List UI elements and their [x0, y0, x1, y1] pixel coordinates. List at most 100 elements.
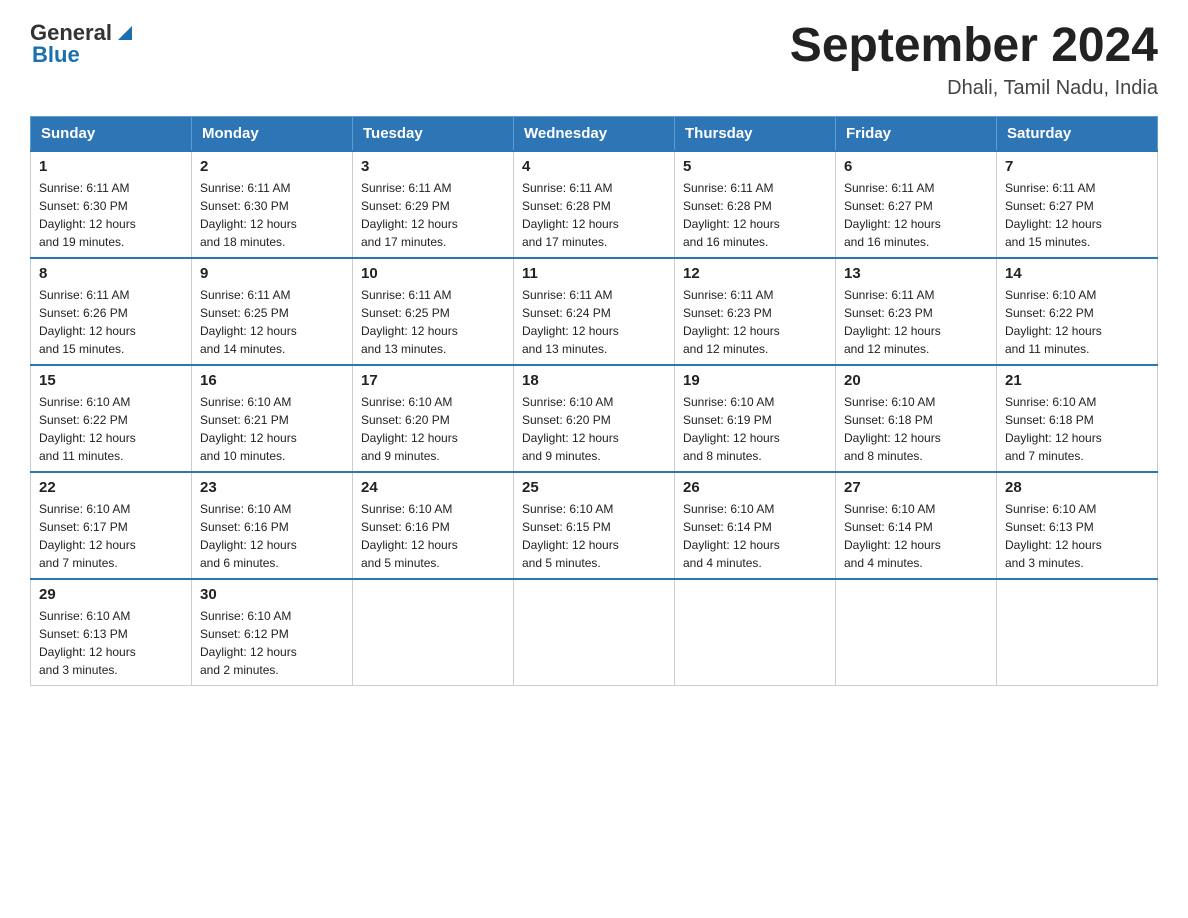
day-info: Sunrise: 6:10 AM Sunset: 6:14 PM Dayligh…: [844, 500, 988, 572]
calendar-week-row: 1 Sunrise: 6:11 AM Sunset: 6:30 PM Dayli…: [31, 151, 1158, 258]
day-number: 9: [200, 265, 344, 282]
day-info: Sunrise: 6:11 AM Sunset: 6:28 PM Dayligh…: [683, 179, 827, 251]
day-info: Sunrise: 6:10 AM Sunset: 6:18 PM Dayligh…: [1005, 393, 1149, 465]
calendar-cell: 20 Sunrise: 6:10 AM Sunset: 6:18 PM Dayl…: [836, 365, 997, 472]
calendar-cell: 7 Sunrise: 6:11 AM Sunset: 6:27 PM Dayli…: [997, 151, 1158, 258]
day-info: Sunrise: 6:11 AM Sunset: 6:30 PM Dayligh…: [39, 179, 183, 251]
calendar-cell: 23 Sunrise: 6:10 AM Sunset: 6:16 PM Dayl…: [192, 472, 353, 579]
calendar-cell: 12 Sunrise: 6:11 AM Sunset: 6:23 PM Dayl…: [675, 258, 836, 365]
day-number: 18: [522, 372, 666, 389]
calendar-header-friday: Friday: [836, 116, 997, 151]
day-info: Sunrise: 6:11 AM Sunset: 6:28 PM Dayligh…: [522, 179, 666, 251]
day-info: Sunrise: 6:10 AM Sunset: 6:16 PM Dayligh…: [200, 500, 344, 572]
calendar-cell: 19 Sunrise: 6:10 AM Sunset: 6:19 PM Dayl…: [675, 365, 836, 472]
day-info: Sunrise: 6:10 AM Sunset: 6:13 PM Dayligh…: [39, 607, 183, 679]
day-number: 27: [844, 479, 988, 496]
day-info: Sunrise: 6:10 AM Sunset: 6:20 PM Dayligh…: [522, 393, 666, 465]
calendar-header-tuesday: Tuesday: [353, 116, 514, 151]
calendar-cell: [836, 579, 997, 686]
day-number: 29: [39, 586, 183, 603]
day-info: Sunrise: 6:11 AM Sunset: 6:30 PM Dayligh…: [200, 179, 344, 251]
day-info: Sunrise: 6:11 AM Sunset: 6:24 PM Dayligh…: [522, 286, 666, 358]
calendar-cell: 11 Sunrise: 6:11 AM Sunset: 6:24 PM Dayl…: [514, 258, 675, 365]
calendar-header-sunday: Sunday: [31, 116, 192, 151]
calendar-header-saturday: Saturday: [997, 116, 1158, 151]
calendar-cell: 2 Sunrise: 6:11 AM Sunset: 6:30 PM Dayli…: [192, 151, 353, 258]
day-info: Sunrise: 6:10 AM Sunset: 6:18 PM Dayligh…: [844, 393, 988, 465]
calendar-cell: 1 Sunrise: 6:11 AM Sunset: 6:30 PM Dayli…: [31, 151, 192, 258]
day-info: Sunrise: 6:10 AM Sunset: 6:12 PM Dayligh…: [200, 607, 344, 679]
calendar-cell: 15 Sunrise: 6:10 AM Sunset: 6:22 PM Dayl…: [31, 365, 192, 472]
day-number: 11: [522, 265, 666, 282]
day-info: Sunrise: 6:10 AM Sunset: 6:22 PM Dayligh…: [1005, 286, 1149, 358]
calendar-cell: 22 Sunrise: 6:10 AM Sunset: 6:17 PM Dayl…: [31, 472, 192, 579]
page-subtitle: Dhali, Tamil Nadu, India: [790, 77, 1158, 100]
day-number: 14: [1005, 265, 1149, 282]
day-info: Sunrise: 6:10 AM Sunset: 6:22 PM Dayligh…: [39, 393, 183, 465]
calendar-cell: 26 Sunrise: 6:10 AM Sunset: 6:14 PM Dayl…: [675, 472, 836, 579]
calendar-cell: 17 Sunrise: 6:10 AM Sunset: 6:20 PM Dayl…: [353, 365, 514, 472]
day-number: 24: [361, 479, 505, 496]
day-number: 10: [361, 265, 505, 282]
calendar-cell: [675, 579, 836, 686]
day-number: 26: [683, 479, 827, 496]
logo-icon: General Blue: [30, 20, 136, 68]
page-title: September 2024: [790, 20, 1158, 73]
calendar-cell: 28 Sunrise: 6:10 AM Sunset: 6:13 PM Dayl…: [997, 472, 1158, 579]
page-header: General Blue September 2024 Dhali, Tamil…: [30, 20, 1158, 100]
day-number: 8: [39, 265, 183, 282]
day-number: 21: [1005, 372, 1149, 389]
logo: General Blue: [30, 20, 136, 68]
day-info: Sunrise: 6:11 AM Sunset: 6:25 PM Dayligh…: [361, 286, 505, 358]
day-info: Sunrise: 6:10 AM Sunset: 6:19 PM Dayligh…: [683, 393, 827, 465]
calendar-cell: [353, 579, 514, 686]
day-info: Sunrise: 6:11 AM Sunset: 6:26 PM Dayligh…: [39, 286, 183, 358]
calendar-cell: 16 Sunrise: 6:10 AM Sunset: 6:21 PM Dayl…: [192, 365, 353, 472]
calendar-cell: 3 Sunrise: 6:11 AM Sunset: 6:29 PM Dayli…: [353, 151, 514, 258]
calendar-table: SundayMondayTuesdayWednesdayThursdayFrid…: [30, 116, 1158, 686]
day-number: 3: [361, 158, 505, 175]
calendar-week-row: 8 Sunrise: 6:11 AM Sunset: 6:26 PM Dayli…: [31, 258, 1158, 365]
day-info: Sunrise: 6:11 AM Sunset: 6:29 PM Dayligh…: [361, 179, 505, 251]
day-info: Sunrise: 6:10 AM Sunset: 6:13 PM Dayligh…: [1005, 500, 1149, 572]
day-number: 19: [683, 372, 827, 389]
calendar-header-thursday: Thursday: [675, 116, 836, 151]
day-info: Sunrise: 6:10 AM Sunset: 6:16 PM Dayligh…: [361, 500, 505, 572]
day-number: 12: [683, 265, 827, 282]
day-number: 1: [39, 158, 183, 175]
day-info: Sunrise: 6:11 AM Sunset: 6:27 PM Dayligh…: [844, 179, 988, 251]
calendar-cell: 29 Sunrise: 6:10 AM Sunset: 6:13 PM Dayl…: [31, 579, 192, 686]
day-number: 17: [361, 372, 505, 389]
calendar-cell: 14 Sunrise: 6:10 AM Sunset: 6:22 PM Dayl…: [997, 258, 1158, 365]
calendar-cell: 30 Sunrise: 6:10 AM Sunset: 6:12 PM Dayl…: [192, 579, 353, 686]
calendar-cell: [997, 579, 1158, 686]
calendar-cell: 21 Sunrise: 6:10 AM Sunset: 6:18 PM Dayl…: [997, 365, 1158, 472]
day-number: 25: [522, 479, 666, 496]
calendar-cell: 24 Sunrise: 6:10 AM Sunset: 6:16 PM Dayl…: [353, 472, 514, 579]
calendar-header-wednesday: Wednesday: [514, 116, 675, 151]
calendar-cell: 18 Sunrise: 6:10 AM Sunset: 6:20 PM Dayl…: [514, 365, 675, 472]
day-number: 6: [844, 158, 988, 175]
day-info: Sunrise: 6:11 AM Sunset: 6:27 PM Dayligh…: [1005, 179, 1149, 251]
day-info: Sunrise: 6:10 AM Sunset: 6:14 PM Dayligh…: [683, 500, 827, 572]
calendar-cell: 6 Sunrise: 6:11 AM Sunset: 6:27 PM Dayli…: [836, 151, 997, 258]
calendar-header-row: SundayMondayTuesdayWednesdayThursdayFrid…: [31, 116, 1158, 151]
logo-triangle-icon: [114, 22, 136, 44]
calendar-cell: 25 Sunrise: 6:10 AM Sunset: 6:15 PM Dayl…: [514, 472, 675, 579]
day-number: 4: [522, 158, 666, 175]
day-number: 15: [39, 372, 183, 389]
day-number: 7: [1005, 158, 1149, 175]
day-number: 20: [844, 372, 988, 389]
calendar-cell: [514, 579, 675, 686]
calendar-week-row: 15 Sunrise: 6:10 AM Sunset: 6:22 PM Dayl…: [31, 365, 1158, 472]
title-block: September 2024 Dhali, Tamil Nadu, India: [790, 20, 1158, 100]
calendar-cell: 4 Sunrise: 6:11 AM Sunset: 6:28 PM Dayli…: [514, 151, 675, 258]
calendar-week-row: 22 Sunrise: 6:10 AM Sunset: 6:17 PM Dayl…: [31, 472, 1158, 579]
calendar-cell: 8 Sunrise: 6:11 AM Sunset: 6:26 PM Dayli…: [31, 258, 192, 365]
day-number: 5: [683, 158, 827, 175]
day-info: Sunrise: 6:10 AM Sunset: 6:15 PM Dayligh…: [522, 500, 666, 572]
calendar-cell: 10 Sunrise: 6:11 AM Sunset: 6:25 PM Dayl…: [353, 258, 514, 365]
calendar-cell: 27 Sunrise: 6:10 AM Sunset: 6:14 PM Dayl…: [836, 472, 997, 579]
day-info: Sunrise: 6:11 AM Sunset: 6:25 PM Dayligh…: [200, 286, 344, 358]
calendar-cell: 5 Sunrise: 6:11 AM Sunset: 6:28 PM Dayli…: [675, 151, 836, 258]
